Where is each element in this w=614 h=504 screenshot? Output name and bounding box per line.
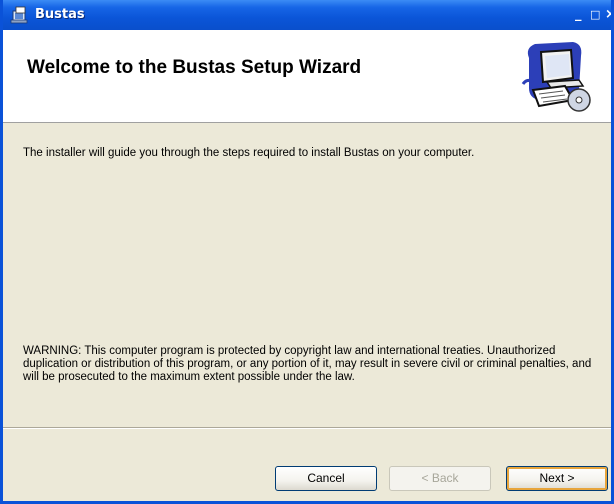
title-bar[interactable]: Bustas _ □ × — [3, 0, 611, 30]
wizard-banner: Welcome to the Bustas Setup Wizard — [3, 30, 611, 123]
minimize-button[interactable]: _ — [575, 7, 582, 22]
installer-app-icon — [10, 6, 28, 24]
copyright-warning: WARNING: This computer program is protec… — [23, 345, 592, 383]
button-separator — [3, 427, 611, 429]
wizard-content: The installer will guide you through the… — [3, 123, 611, 427]
cancel-button[interactable]: Cancel — [275, 466, 377, 491]
intro-text: The installer will guide you through the… — [23, 147, 475, 159]
window-title: Bustas — [35, 7, 85, 22]
next-button[interactable]: Next > — [506, 466, 608, 491]
maximize-button[interactable]: □ — [590, 8, 600, 21]
wizard-heading: Welcome to the Bustas Setup Wizard — [27, 57, 362, 78]
setup-wizard-window: Bustas _ □ × Welcome to the Bustas Setup… — [0, 0, 614, 504]
back-button[interactable]: < Back — [389, 466, 491, 491]
close-button[interactable]: × — [605, 7, 611, 22]
computer-with-cd-icon — [521, 42, 591, 112]
